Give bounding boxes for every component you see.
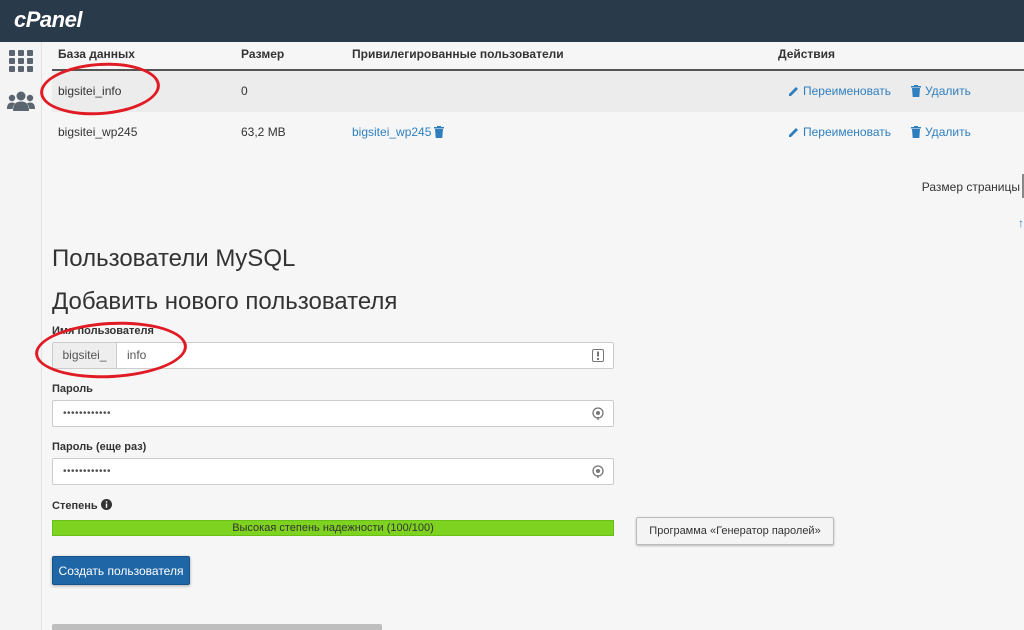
password-visibility-icon[interactable] (592, 407, 604, 420)
password-value: •••••••••••• (63, 408, 112, 419)
field-status-icon (592, 349, 604, 362)
main-content: База данных Размер Привилегированные пол… (42, 42, 1024, 630)
back-to-top-link[interactable]: ↑ (1018, 216, 1024, 230)
password-generator-button[interactable]: Программа «Генератор паролей» (636, 517, 834, 545)
username-prefix: bigsitei_ (53, 343, 117, 368)
grid-icon[interactable] (9, 50, 33, 72)
password-confirm-value: •••••••••••• (63, 466, 112, 477)
section-title-mysql-users: Пользователи MySQL (52, 245, 296, 272)
rename-label: Переименовать (803, 125, 891, 139)
password-confirm-label: Пароль (еще раз) (52, 441, 147, 453)
trash-icon[interactable] (433, 126, 445, 138)
top-header: cPanel (0, 0, 1024, 42)
table-row: bigsitei_info 0 Переименовать Удалить (52, 71, 1024, 112)
rename-link[interactable]: Переименовать (788, 125, 891, 139)
database-name: bigsitei_wp245 (58, 125, 138, 139)
delete-link[interactable]: Удалить (910, 125, 971, 139)
section-title-add-user: Добавить нового пользователя (52, 288, 398, 315)
privileged-user-name: bigsitei_wp245 (352, 125, 432, 139)
create-user-button[interactable]: Создать пользователя (52, 556, 190, 585)
username-label: Имя пользователя (52, 325, 154, 337)
password-visibility-icon[interactable] (592, 465, 604, 478)
column-header-actions: Действия (778, 47, 836, 61)
database-size: 0 (241, 84, 248, 98)
strength-label: Степень (52, 500, 98, 512)
password-label: Пароль (52, 383, 93, 395)
password-strength-meter: Высокая степень надежности (100/100) (52, 520, 614, 536)
sidebar (0, 42, 42, 630)
username-field[interactable]: bigsitei_ info (52, 342, 614, 369)
username-value: info (127, 348, 147, 362)
database-name: bigsitei_info (58, 84, 122, 98)
trash-icon (911, 85, 921, 97)
pencil-icon (789, 128, 798, 137)
info-icon[interactable] (100, 499, 112, 510)
privileged-user-link[interactable]: bigsitei_wp245 (352, 125, 448, 139)
column-header-size[interactable]: Размер (241, 47, 284, 61)
cpanel-logo[interactable]: cPanel (14, 7, 82, 33)
password-field[interactable]: •••••••••••• (52, 400, 614, 427)
rename-link[interactable]: Переименовать (788, 84, 891, 98)
password-confirm-field[interactable]: •••••••••••• (52, 458, 614, 485)
column-header-database[interactable]: База данных (58, 47, 135, 61)
page-size-label: Размер страницы (921, 180, 1020, 194)
next-section-heading-partial (52, 624, 382, 630)
trash-icon (911, 126, 921, 138)
strength-text: Высокая степень надежности (100/100) (232, 522, 434, 534)
database-size: 63,2 MB (241, 125, 286, 139)
delete-link[interactable]: Удалить (910, 84, 971, 98)
rename-label: Переименовать (803, 84, 891, 98)
table-row: bigsitei_wp245 63,2 MB bigsitei_wp245 Пе… (52, 112, 1024, 153)
delete-label: Удалить (925, 125, 971, 139)
delete-label: Удалить (925, 84, 971, 98)
strength-label-row: Степень (52, 499, 112, 512)
pencil-icon (789, 87, 798, 96)
column-header-users: Привилегированные пользователи (352, 47, 564, 61)
users-icon[interactable] (7, 90, 35, 112)
